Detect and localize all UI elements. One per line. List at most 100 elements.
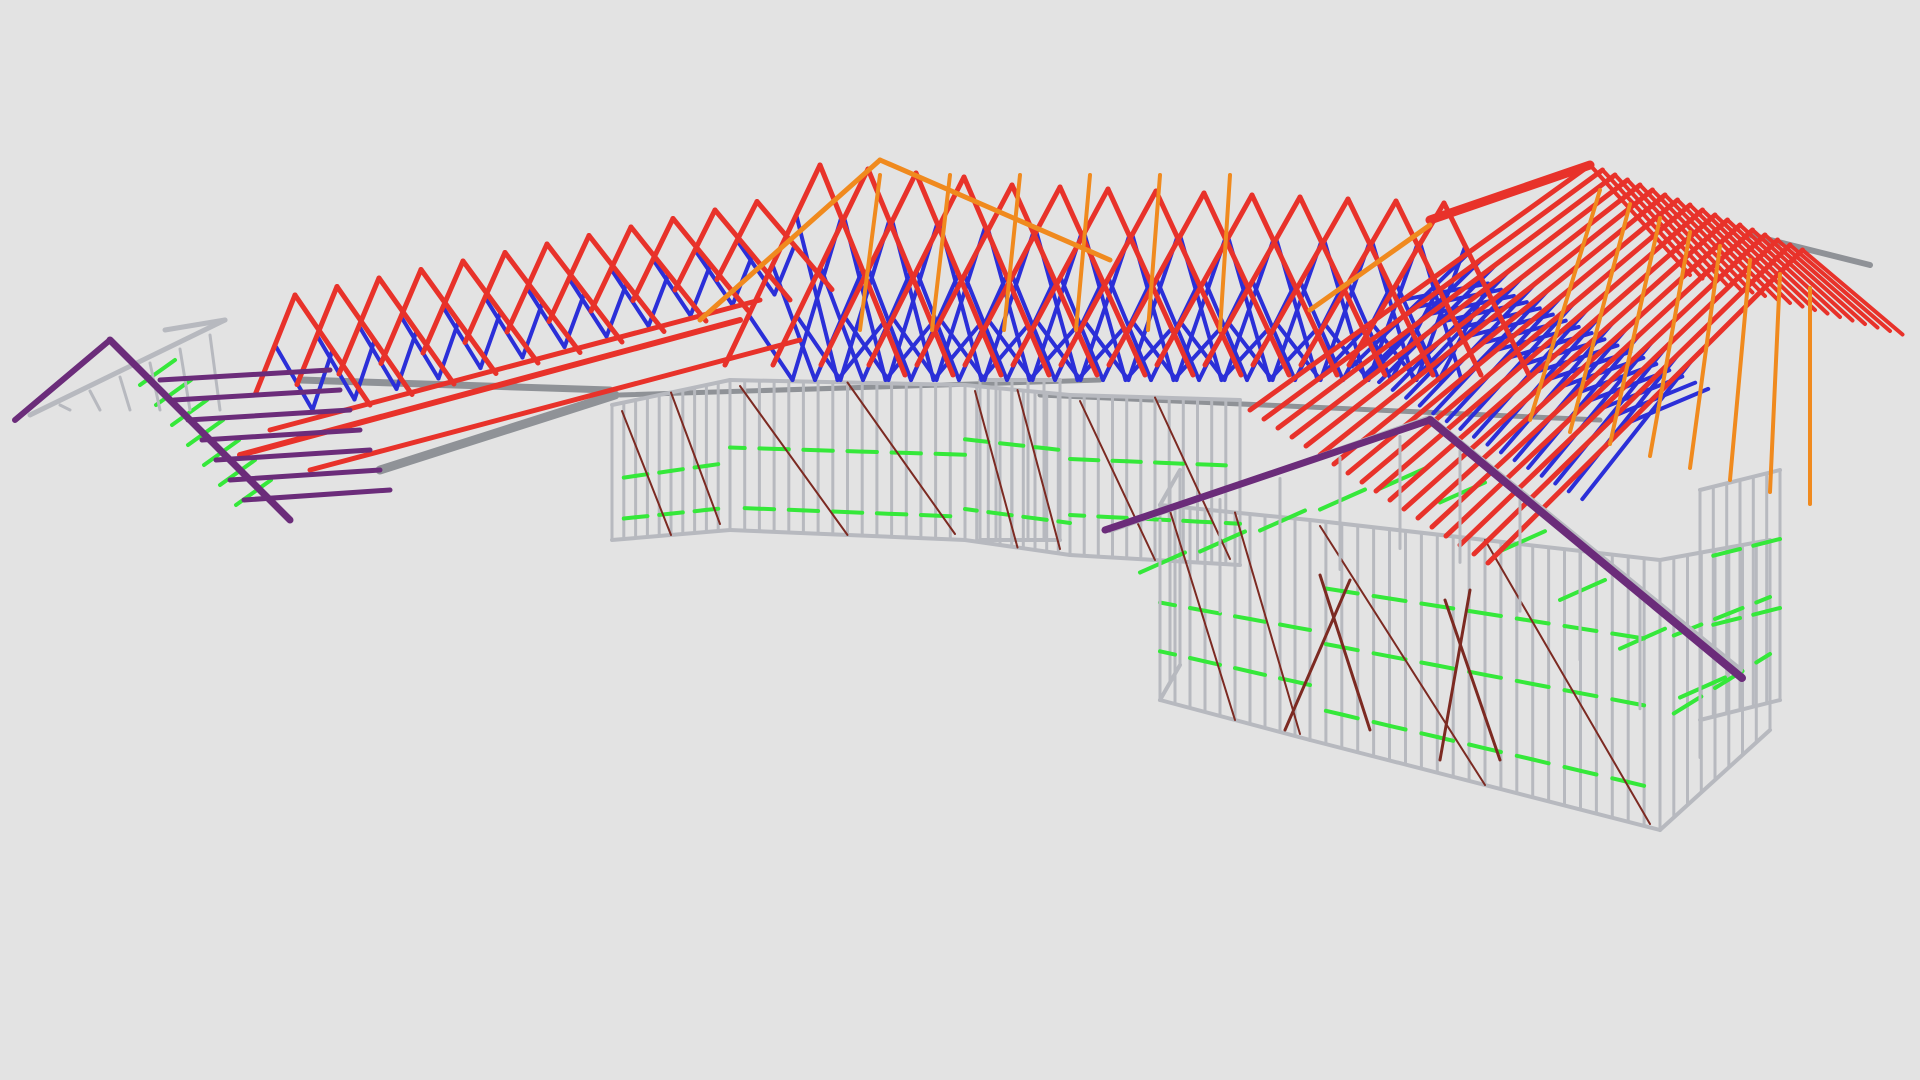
noggin [1203,608,1222,616]
noggin [1068,457,1087,462]
noggin [1318,487,1367,512]
noggin [757,506,777,512]
noggin [1514,753,1535,762]
strap-brace [1318,573,1372,732]
noggin [1578,768,1599,777]
truss-top-chord [252,292,298,398]
strap-brace [1234,511,1301,735]
noggin [948,452,967,457]
noggin [1530,682,1551,689]
noggin [1371,594,1392,601]
noggin [742,506,762,511]
truss-top-chord [714,199,760,282]
gable-stud [88,389,102,412]
noggin [1248,669,1267,677]
noggin [1610,697,1631,705]
truss-top-chord [378,267,424,366]
noggin [933,451,953,457]
truss-top-chord [460,258,541,366]
noggin [1096,514,1115,520]
truss-top-chord [418,267,499,376]
noggin [669,510,685,516]
noggin [1371,651,1392,659]
noggin [704,506,721,512]
noggin [889,511,909,517]
noggin [1056,519,1072,525]
noggin [1082,457,1101,463]
noggin [1419,601,1440,608]
noggin [1626,700,1647,708]
noggin [998,511,1014,518]
noggin [1248,617,1267,624]
batten [227,467,383,483]
noggin [1195,519,1214,525]
noggin [1167,461,1186,466]
noggin [1435,604,1456,611]
noggin [1181,518,1200,524]
noggin [1626,780,1647,788]
noggin [1419,731,1440,739]
fascia [12,337,113,423]
truss-top-chord [462,250,508,345]
batten [199,427,363,443]
noggin [1483,672,1503,680]
noggin [1110,458,1129,464]
noggin [1158,649,1177,657]
noggin [1530,619,1551,626]
noggin [1483,611,1503,618]
noggin [1578,626,1599,633]
noggin [1467,742,1487,751]
noggin [1233,614,1252,621]
noggin [801,508,821,513]
noggin [1435,663,1456,671]
truss-top-chord [546,233,592,324]
noggin [786,507,806,513]
noggin [845,449,865,454]
noggin [974,438,991,444]
noggin [1323,586,1344,593]
truss-top-chord [630,216,676,303]
noggin [1610,631,1631,638]
noggin [874,511,894,516]
truss-top-chord [420,258,466,356]
noggin [1009,442,1026,448]
noggin [757,446,777,451]
noggin [1110,515,1129,520]
steel-frame-3d-model [12,157,1905,832]
noggin [1233,666,1252,674]
noggin [1153,460,1172,466]
noggin [1467,609,1487,616]
noggin [1209,462,1228,468]
truss-top-chord [504,241,550,335]
noggin [1188,656,1207,664]
noggin [1578,691,1599,699]
noggin [1278,676,1297,684]
strap-brace [1079,400,1156,561]
truss-top-chord [336,275,382,377]
fascia [106,336,294,524]
strap-brace [1438,588,1472,762]
noggin [1293,679,1312,687]
noggin [1153,517,1172,523]
noggin [1195,462,1214,467]
noggin [1562,624,1583,631]
model-viewport[interactable] [0,0,1920,1080]
noggin [1278,622,1297,630]
noggin [1033,516,1049,522]
noggin [1068,513,1087,518]
noggin [963,507,979,513]
truss-top-chord [588,224,634,314]
truss-top-chord [376,275,457,387]
noggin [1387,723,1408,732]
noggin [1530,757,1551,766]
noggin [1188,606,1207,613]
noggin [918,513,938,518]
noggin [704,462,721,468]
noggin [728,445,747,450]
noggin [1387,596,1408,603]
noggin [845,510,865,515]
noggin [1514,678,1535,686]
gable-stud [58,403,72,412]
hip-member [1768,272,1782,494]
noggin [1323,708,1344,717]
